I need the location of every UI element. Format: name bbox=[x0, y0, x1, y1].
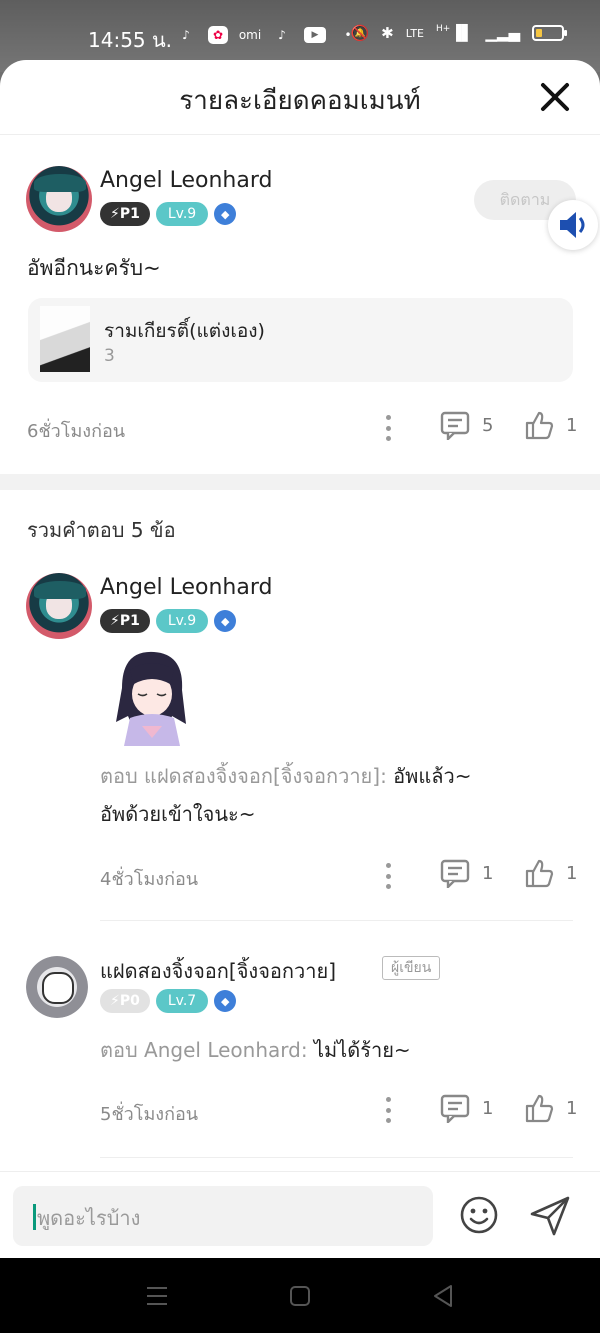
reply-time: 4ชั่วโมงก่อน bbox=[100, 869, 199, 890]
reply-time: 5ชั่วโมงก่อน bbox=[100, 1104, 199, 1125]
power-badge: ⚡ P1 bbox=[100, 202, 150, 226]
reply-username[interactable]: แฝดสองจิ้งจอก[จิ้งจอกวาย] bbox=[100, 955, 336, 987]
thumbs-up-icon bbox=[525, 859, 554, 888]
reply-target: ตอบ Angel Leonhard: bbox=[100, 1038, 314, 1062]
youtube-icon: ▶ bbox=[304, 27, 326, 43]
comment-icon bbox=[440, 411, 470, 440]
thumbs-up-icon bbox=[525, 1094, 554, 1123]
like-button[interactable]: 1 bbox=[524, 1093, 577, 1123]
close-button[interactable] bbox=[538, 80, 572, 114]
story-thumbnail bbox=[40, 306, 90, 372]
level-badge: Lv.9 bbox=[155, 609, 209, 633]
photos-icon: ✿ bbox=[208, 26, 228, 44]
post-time: 6ชั่วโมงก่อน bbox=[27, 421, 126, 442]
diamond-icon: ◆ bbox=[214, 610, 237, 632]
diamond-icon: ◆ bbox=[214, 990, 237, 1012]
lte-icon: LTE bbox=[405, 26, 424, 40]
signal-1-icon: H+▐▌ bbox=[436, 24, 474, 42]
thumbs-up-icon bbox=[525, 411, 554, 440]
avatar[interactable] bbox=[26, 573, 92, 639]
power-badge: ⚡ P1 bbox=[100, 609, 150, 633]
emoji-icon[interactable] bbox=[459, 1195, 499, 1235]
comment-icon bbox=[440, 1094, 470, 1123]
tiktok-icon: ♪ bbox=[278, 28, 286, 42]
sheet-header: รายละเอียดคอมเมนท์ bbox=[0, 60, 600, 135]
like-count: 1 bbox=[566, 1097, 578, 1119]
reply-content-line2: อัพด้วยเข้าใจนะ~ bbox=[100, 802, 256, 826]
section-divider bbox=[0, 474, 600, 490]
author-tag: ผู้เขียน bbox=[382, 956, 441, 980]
back-icon[interactable] bbox=[432, 1284, 454, 1308]
signal-2-icon: ▁▂▄ bbox=[485, 24, 520, 42]
post-text: อัพอีกนะครับ~ bbox=[27, 256, 161, 280]
comment-input-bar: พูดอะไรบ้าง bbox=[0, 1171, 600, 1258]
avatar[interactable] bbox=[26, 166, 92, 232]
menu-icon[interactable] bbox=[146, 1285, 168, 1307]
level-badge: Lv.9 bbox=[155, 202, 209, 226]
omi-icon: omi bbox=[238, 28, 262, 42]
status-system-icons: 🔕 ✱ LTE H+▐▌ ▁▂▄ bbox=[350, 24, 567, 42]
bluetooth-icon: ✱ bbox=[381, 24, 394, 42]
comment-count: 1 bbox=[482, 1097, 494, 1119]
reply-text: ตอบ Angel Leonhard: ไม่ได้ร้าย~ bbox=[100, 1031, 570, 1069]
power-badge: ⚡ P0 bbox=[100, 989, 150, 1013]
quoted-story-card[interactable]: รามเกียรติ์(แต่งเอง) 3 bbox=[28, 298, 573, 382]
user-badges: ⚡ P1 Lv.9 ◆ bbox=[100, 609, 237, 633]
more-options-button[interactable] bbox=[383, 415, 393, 441]
user-badges: ⚡ P0 Lv.7 ◆ bbox=[100, 989, 237, 1013]
reply-username[interactable]: Angel Leonhard bbox=[100, 575, 272, 600]
system-nav-bar bbox=[0, 1258, 600, 1333]
more-options-button[interactable] bbox=[383, 863, 393, 889]
like-count: 1 bbox=[566, 862, 578, 884]
reply-target: ตอบ แฝดสองจิ้งจอก[จิ้งจอกวาย]: bbox=[100, 764, 394, 788]
reply-content: ไม่ได้ร้าย~ bbox=[313, 1038, 411, 1062]
comment-icon bbox=[440, 859, 470, 888]
text-caret bbox=[33, 1204, 36, 1230]
like-button[interactable]: 1 bbox=[524, 858, 577, 888]
comment-button[interactable]: 1 bbox=[440, 1093, 493, 1123]
reply-content: อัพแล้ว~ bbox=[393, 764, 472, 788]
post-username[interactable]: Angel Leonhard bbox=[100, 168, 272, 193]
story-count: 3 bbox=[104, 346, 115, 366]
user-badges: ⚡ P1 Lv.9 ◆ bbox=[100, 202, 237, 226]
sticker-image bbox=[116, 651, 186, 746]
status-app-icons: ♪ ✿ omi ♪ ▶ • bbox=[176, 26, 358, 44]
comment-input[interactable]: พูดอะไรบ้าง bbox=[13, 1186, 433, 1246]
like-button[interactable]: 1 bbox=[524, 410, 577, 440]
comment-button[interactable]: 5 bbox=[440, 410, 493, 440]
input-placeholder: พูดอะไรบ้าง bbox=[37, 1206, 141, 1230]
comment-button[interactable]: 1 bbox=[440, 858, 493, 888]
reply-text: ตอบ แฝดสองจิ้งจอก[จิ้งจอกวาย]: อัพแล้ว~ … bbox=[100, 757, 570, 833]
avatar[interactable] bbox=[26, 956, 88, 1018]
replies-title: รวมคำตอบ 5 ข้อ bbox=[27, 518, 176, 542]
comment-detail-sheet: รายละเอียดคอมเมนท์ Angel Leonhard ⚡ P1 Lv… bbox=[0, 60, 600, 1258]
mute-icon: 🔕 bbox=[350, 24, 370, 42]
reply-divider bbox=[100, 920, 573, 921]
comment-count: 1 bbox=[482, 862, 494, 884]
more-options-button[interactable] bbox=[383, 1097, 393, 1123]
like-count: 1 bbox=[566, 414, 578, 436]
page-title: รายละเอียดคอมเมนท์ bbox=[179, 86, 421, 116]
reply-divider bbox=[100, 1157, 573, 1158]
home-icon[interactable] bbox=[289, 1285, 311, 1307]
level-badge: Lv.7 bbox=[155, 989, 209, 1013]
story-title: รามเกียรติ์(แต่งเอง) bbox=[104, 320, 265, 342]
speaker-icon[interactable] bbox=[548, 200, 598, 250]
status-time: 14:55 น. bbox=[88, 28, 173, 52]
music-icon: ♪ bbox=[182, 28, 190, 42]
diamond-icon: ◆ bbox=[214, 203, 237, 225]
battery-icon bbox=[532, 25, 567, 41]
send-icon[interactable] bbox=[528, 1194, 572, 1238]
comment-count: 5 bbox=[482, 414, 494, 436]
